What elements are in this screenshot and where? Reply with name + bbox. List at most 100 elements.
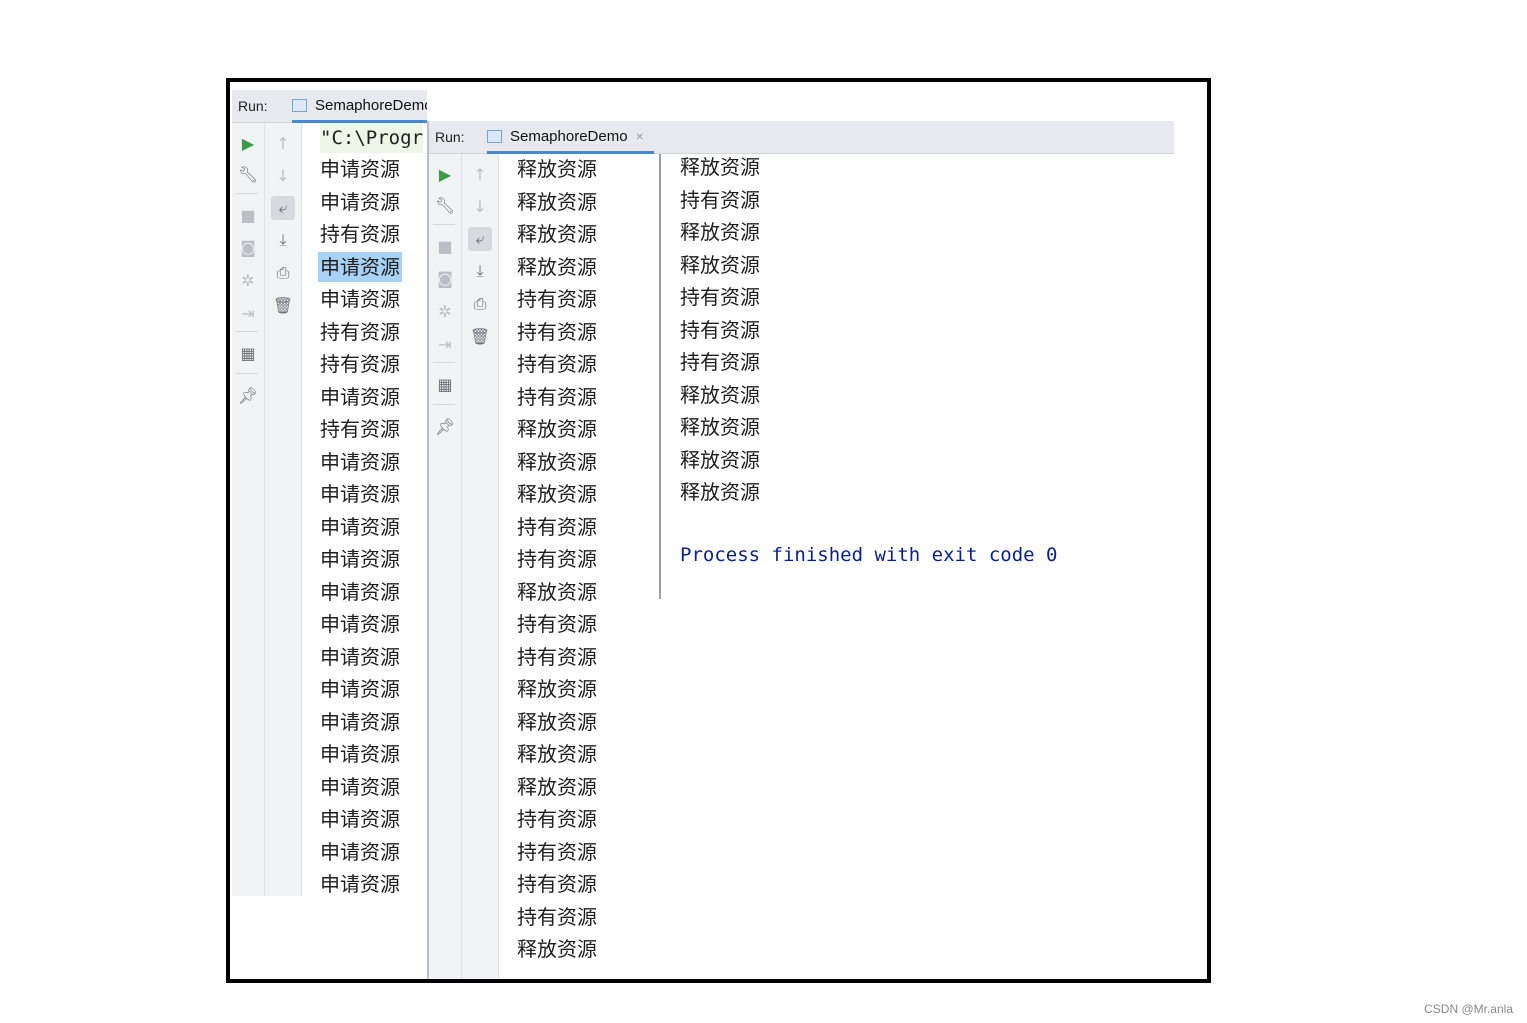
console-line: 持有资源: [517, 384, 597, 409]
console-line: 持有资源: [517, 807, 597, 831]
console-line: 申请资源: [320, 742, 400, 766]
console-line: 申请资源: [320, 644, 400, 669]
console-line: 持有资源: [680, 350, 760, 374]
run-label: Run:: [435, 129, 465, 145]
console-line: 申请资源: [320, 579, 400, 604]
console-line: 申请资源: [320, 287, 400, 311]
console-line: 持有资源: [517, 319, 597, 344]
scroll-to-end-icon[interactable]: ⤓: [468, 259, 492, 283]
console-line: 申请资源: [320, 839, 400, 864]
camera-icon[interactable]: ◙: [433, 266, 457, 290]
console-line: 持有资源: [517, 547, 597, 571]
front-run-tabbar: Run: SemaphoreDemo ×: [429, 121, 1174, 154]
console-line: 持有资源: [517, 514, 597, 539]
console-line: 持有资源: [320, 319, 400, 344]
run-toolbar-left: ▶ 🔧︎ ■ ◙ ✲ ⇥ ▦ 📌︎: [429, 154, 462, 979]
wrench-icon[interactable]: 🔧︎: [433, 193, 457, 217]
console-line: 持有资源: [517, 904, 597, 929]
console-line: 申请资源: [320, 774, 400, 799]
console-line: 释放资源: [680, 480, 760, 504]
console-line: 申请资源: [320, 872, 400, 896]
layout-icon[interactable]: ▦: [433, 372, 457, 396]
run-icon[interactable]: ▶: [236, 131, 260, 155]
console-line: 持有资源: [320, 222, 400, 246]
tab-semaphore-demo[interactable]: SemaphoreDemo×: [292, 90, 427, 123]
stop-icon[interactable]: ■: [236, 203, 260, 227]
back-run-panel: Run: SemaphoreDemo× ⚙ ▶ 🔧︎ ■ ◙ ✲ ⇥ ▦ 📌︎ …: [232, 90, 427, 896]
back-run-tabbar: Run: SemaphoreDemo× ⚙: [232, 90, 427, 123]
console-line: 释放资源: [517, 254, 597, 279]
console-line: 持有资源: [680, 285, 760, 309]
console-line: 释放资源: [517, 417, 597, 441]
console-line: 释放资源: [517, 157, 597, 181]
command-line: "C:\Progr: [320, 123, 423, 153]
console-line: 释放资源: [517, 774, 597, 799]
run-toolbar-right: ↑ ↓ ⤶ ⤓ ⎙ 🗑︎: [462, 154, 499, 979]
separator: [236, 331, 258, 332]
pin-icon[interactable]: 📌︎: [433, 414, 457, 438]
login-icon[interactable]: ⇥: [433, 332, 457, 356]
console-line: 申请资源: [320, 157, 400, 181]
close-icon[interactable]: ×: [636, 128, 644, 144]
soft-wrap-icon[interactable]: ⤶: [271, 196, 295, 220]
console-line: 释放资源: [517, 709, 597, 734]
console-column-divider: [659, 154, 661, 599]
console-line: 释放资源: [680, 155, 760, 179]
console-line: 释放资源: [680, 447, 760, 472]
run-label: Run:: [238, 98, 268, 114]
print-icon[interactable]: ⎙: [468, 292, 492, 316]
console-line: 释放资源: [517, 579, 597, 604]
trash-icon[interactable]: 🗑︎: [468, 324, 492, 348]
console-line: 持有资源: [517, 612, 597, 636]
console-line: 释放资源: [680, 415, 760, 439]
console-line: 释放资源: [680, 382, 760, 407]
console-line: 申请资源: [320, 514, 400, 539]
class-file-icon: [292, 98, 307, 112]
console-line: 持有资源: [320, 417, 400, 441]
pin-icon[interactable]: 📌︎: [236, 383, 260, 407]
console-line: 申请资源: [320, 677, 400, 701]
back-console-output: "C:\Progr 申请资源 申请资源 持有资源 申请资源 申请资源 持有资源 持有资源 申请…: [302, 123, 427, 896]
watermark: CSDN @Mr.anla: [1424, 1002, 1513, 1016]
wrench-icon[interactable]: 🔧︎: [236, 162, 260, 186]
down-arrow-icon[interactable]: ↓: [271, 163, 295, 187]
separator: [236, 373, 258, 374]
print-icon[interactable]: ⎙: [271, 261, 295, 285]
soft-wrap-icon[interactable]: ⤶: [468, 227, 492, 251]
console-line: 释放资源: [517, 937, 597, 961]
console-line: 持有资源: [517, 352, 597, 376]
run-icon[interactable]: ▶: [433, 162, 457, 186]
separator: [433, 362, 455, 363]
console-line: 持有资源: [680, 317, 760, 342]
console-line: 申请资源: [320, 612, 400, 636]
layout-icon[interactable]: ▦: [236, 341, 260, 365]
tab-semaphore-demo[interactable]: SemaphoreDemo×: [487, 121, 654, 154]
up-arrow-icon[interactable]: ↑: [468, 162, 492, 186]
trash-icon[interactable]: 🗑︎: [271, 293, 295, 317]
console-line: 持有资源: [517, 644, 597, 669]
console-line: 申请资源: [320, 547, 400, 571]
console-line: 持有资源: [517, 839, 597, 864]
console-line: 申请资源: [320, 709, 400, 734]
tab-title: SemaphoreDemo: [315, 97, 427, 114]
debug-icon[interactable]: ✲: [433, 299, 457, 323]
console-line: 释放资源: [517, 189, 597, 214]
console-line: 持有资源: [517, 287, 597, 311]
scroll-to-end-icon[interactable]: ⤓: [271, 228, 295, 252]
separator: [433, 404, 455, 405]
down-arrow-icon[interactable]: ↓: [468, 194, 492, 218]
console-line: 释放资源: [517, 222, 597, 246]
run-toolbar-left: ▶ 🔧︎ ■ ◙ ✲ ⇥ ▦ 📌︎: [232, 123, 265, 896]
stop-icon[interactable]: ■: [433, 234, 457, 258]
camera-icon[interactable]: ◙: [236, 235, 260, 259]
console-line: 释放资源: [517, 677, 597, 701]
up-arrow-icon[interactable]: ↑: [271, 131, 295, 155]
debug-icon[interactable]: ✲: [236, 268, 260, 292]
console-line: 申请资源: [320, 482, 400, 506]
console-line: 释放资源: [680, 252, 760, 277]
login-icon[interactable]: ⇥: [236, 301, 260, 325]
screenshot-frame: Run: SemaphoreDemo× ⚙ ▶ 🔧︎ ■ ◙ ✲ ⇥ ▦ 📌︎ …: [226, 78, 1211, 983]
run-toolbar-right: ↑ ↓ ⤶ ⤓ ⎙ 🗑︎: [265, 123, 302, 896]
console-line: 持有资源: [320, 352, 400, 376]
console-line: 释放资源: [680, 220, 760, 244]
